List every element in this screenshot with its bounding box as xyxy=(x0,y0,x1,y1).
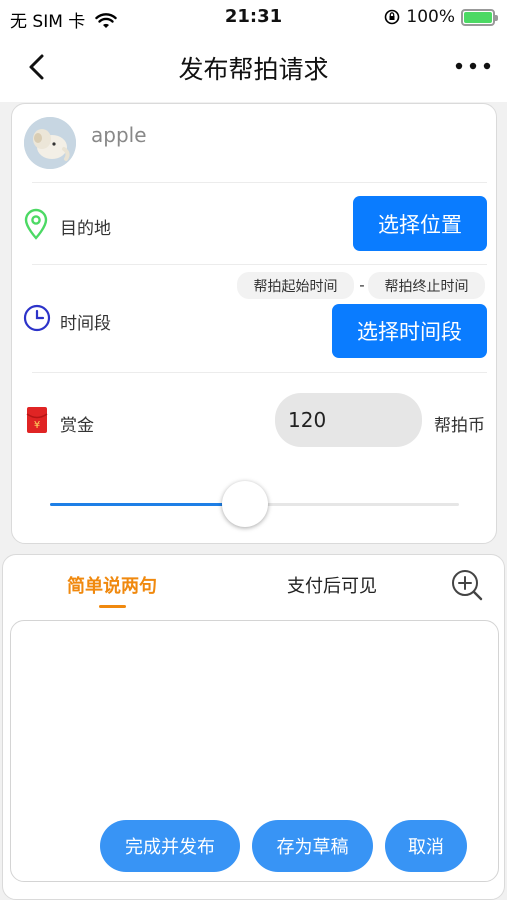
tab-label: 简单说两句 xyxy=(67,576,157,597)
battery-icon xyxy=(461,8,498,26)
svg-text:¥: ¥ xyxy=(34,420,40,431)
zoom-in-icon[interactable] xyxy=(450,568,484,602)
divider xyxy=(32,182,487,183)
divider xyxy=(32,372,487,373)
time-period-label: 时间段 xyxy=(60,314,111,334)
status-right: 100% xyxy=(384,7,498,27)
select-time-period-button[interactable]: 选择时间段 xyxy=(332,304,487,358)
status-bar: 无 SIM 卡 21:31 100% xyxy=(0,0,507,36)
cancel-button[interactable]: 取消 xyxy=(385,820,467,872)
avatar[interactable] xyxy=(24,117,76,169)
tab-active-indicator xyxy=(99,605,126,608)
publish-button[interactable]: 完成并发布 xyxy=(100,820,240,872)
time-range-dash: - xyxy=(359,276,365,294)
slider-fill xyxy=(50,503,245,506)
page-title: 发布帮拍请求 xyxy=(178,55,329,84)
location-pin-icon xyxy=(24,208,48,240)
save-draft-button[interactable]: 存为草稿 xyxy=(252,820,373,872)
red-envelope-icon: ¥ xyxy=(26,407,48,433)
elephant-avatar-icon xyxy=(24,117,76,169)
tab-visible-after-payment[interactable]: 支付后可见 xyxy=(280,572,384,598)
user-name: apple xyxy=(91,123,147,147)
battery-percent: 100% xyxy=(406,7,455,27)
request-form-card: apple 目的地 选择位置 帮拍起始时间 - 帮拍终止时间 时间段 选择时间段… xyxy=(11,103,497,544)
tab-simple-description[interactable]: 简单说两句 xyxy=(62,572,162,598)
reward-amount-input[interactable]: 120 xyxy=(275,393,422,447)
orientation-lock-icon xyxy=(385,9,400,25)
nav-bar: 发布帮拍请求 xyxy=(0,36,507,102)
reward-amount-value: 120 xyxy=(288,408,327,432)
more-options-icon[interactable] xyxy=(453,56,493,76)
end-time-chip[interactable]: 帮拍终止时间 xyxy=(368,272,485,299)
slider-thumb[interactable] xyxy=(222,481,268,527)
select-location-button[interactable]: 选择位置 xyxy=(353,196,487,251)
clock-icon xyxy=(23,304,51,332)
destination-label: 目的地 xyxy=(60,219,111,239)
divider xyxy=(32,264,487,265)
start-time-chip[interactable]: 帮拍起始时间 xyxy=(237,272,354,299)
tab-label: 支付后可见 xyxy=(287,576,377,597)
reward-label: 赏金 xyxy=(60,416,94,436)
reward-unit: 帮拍币 xyxy=(434,416,485,436)
